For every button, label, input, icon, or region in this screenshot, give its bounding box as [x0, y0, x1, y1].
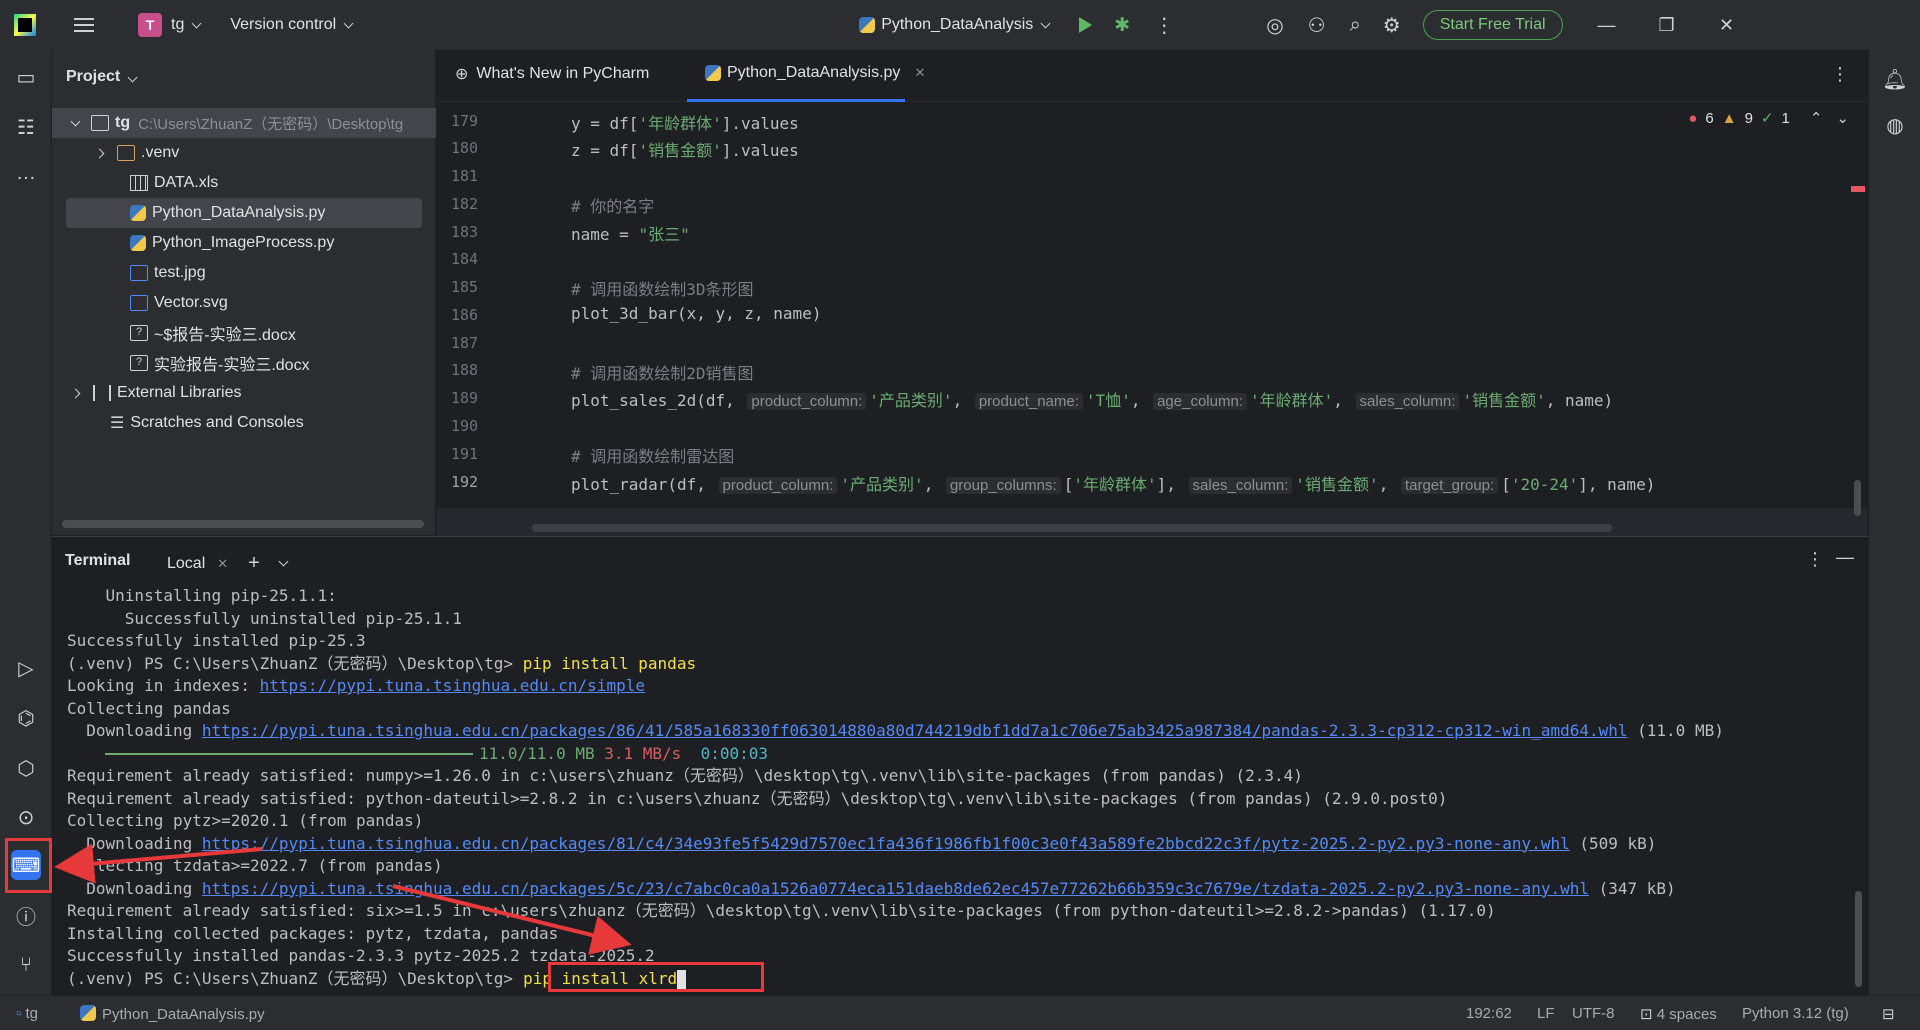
status-bar: ▫ tg Python_DataAnalysis.py 192:62 LF UT…	[0, 995, 1920, 1030]
annotation-arrow-to-terminal-icon	[54, 843, 263, 884]
status-line-separator[interactable]: LF	[1537, 1005, 1555, 1022]
python-file-icon	[80, 1005, 96, 1021]
status-project-crumb[interactable]: ▫ tg	[16, 1005, 38, 1022]
module-icon: ▫	[16, 1005, 22, 1022]
read-only-lock-icon[interactable]: ⊟	[1882, 1005, 1895, 1023]
status-encoding[interactable]: UTF-8	[1572, 1005, 1615, 1022]
status-file-crumb[interactable]: Python_DataAnalysis.py	[80, 1005, 265, 1023]
annotation-arrow-to-command	[392, 884, 632, 955]
annotation-arrows	[54, 843, 632, 955]
lock-icon: ⊡	[1640, 1006, 1653, 1023]
status-caret-position[interactable]: 192:62	[1466, 1005, 1512, 1022]
status-indent[interactable]: ⊡ 4 spaces	[1640, 1005, 1717, 1023]
status-interpreter[interactable]: Python 3.12 (tg)	[1742, 1005, 1849, 1022]
